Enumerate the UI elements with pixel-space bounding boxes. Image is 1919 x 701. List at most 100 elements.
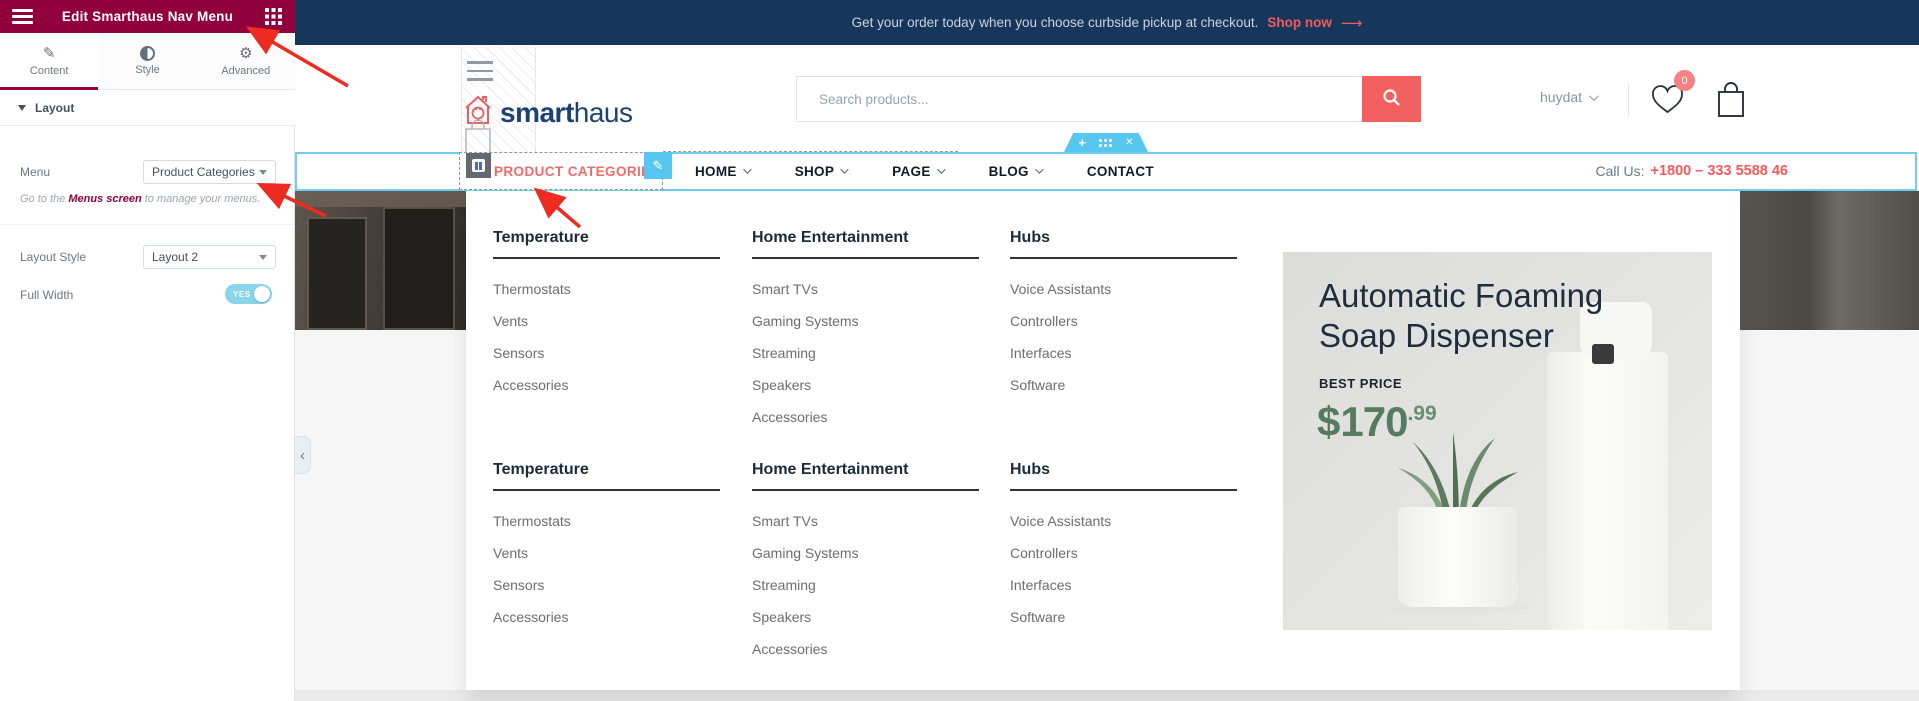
chevron-down-icon — [840, 165, 848, 173]
menu-link[interactable]: Streaming — [752, 569, 980, 601]
column-heading[interactable]: Home Entertainment — [752, 229, 980, 247]
chevron-down-icon — [743, 165, 751, 173]
panel-collapse-button[interactable]: ‹ — [295, 436, 311, 474]
widgets-grid-icon[interactable] — [265, 8, 282, 30]
nav-item-contact[interactable]: CONTACT — [1087, 164, 1154, 179]
wishlist-badge: 0 — [1674, 70, 1695, 91]
menu-link[interactable]: Voice Assistants — [1010, 505, 1238, 537]
promo-badge: BEST PRICE — [1319, 376, 1402, 391]
promo-title: Automatic Foaming Soap Dispenser — [1319, 276, 1603, 356]
menu-link[interactable]: Smart TVs — [752, 273, 980, 305]
offcanvas-menu-icon[interactable] — [467, 61, 493, 87]
nav-item-page[interactable]: PAGE — [892, 164, 942, 179]
menu-link[interactable]: Voice Assistants — [1010, 273, 1238, 305]
menu-link[interactable]: Vents — [493, 305, 721, 337]
menu-link[interactable]: Thermostats — [493, 505, 721, 537]
shop-now-link[interactable]: Shop now — [1267, 15, 1332, 30]
drag-section-handle[interactable] — [1099, 139, 1112, 147]
panel-header: Edit Smarthaus Nav Menu — [0, 0, 295, 33]
nav-item-blog[interactable]: BLOG — [989, 164, 1041, 179]
layout-style-select[interactable]: Layout 2 — [143, 245, 276, 269]
menu-link[interactable]: Vents — [493, 537, 721, 569]
menu-link[interactable]: Sensors — [493, 569, 721, 601]
contrast-icon — [140, 46, 155, 61]
chevron-down-icon — [1035, 165, 1043, 173]
menu-link[interactable]: Software — [1010, 601, 1238, 633]
menu-link[interactable]: Thermostats — [493, 273, 721, 305]
menu-link[interactable]: Interfaces — [1010, 569, 1238, 601]
menu-link[interactable]: Smart TVs — [752, 505, 980, 537]
long-arrow-icon: ⟶ — [1341, 14, 1363, 32]
tab-style[interactable]: Style — [98, 33, 196, 89]
column-icon — [472, 159, 485, 172]
tab-content[interactable]: ✎ Content — [0, 33, 98, 89]
menu-label: Menu — [20, 165, 50, 179]
menu-link[interactable]: Accessories — [752, 633, 980, 665]
heading-underline — [1010, 489, 1237, 491]
menu-link[interactable]: Controllers — [1010, 537, 1238, 569]
section-handle-tab: + ✕ — [1064, 133, 1148, 152]
gear-icon: ⚙ — [239, 46, 252, 62]
column-heading[interactable]: Temperature — [493, 229, 721, 247]
promo-price: $170.99 — [1317, 398, 1437, 446]
column-heading[interactable]: Home Entertainment — [752, 461, 980, 479]
announcement-bar: Get your order today when you choose cur… — [295, 0, 1919, 45]
menu-link[interactable]: Streaming — [752, 337, 980, 369]
header-divider — [1628, 83, 1629, 117]
nav-item-shop[interactable]: SHOP — [795, 164, 846, 179]
menu-column-home-entertainment: Home Entertainment Smart TVs Gaming Syst… — [752, 229, 980, 433]
menu-link[interactable]: Speakers — [752, 601, 980, 633]
layout-section-header[interactable]: Layout — [0, 90, 295, 126]
add-section-button[interactable]: + — [1079, 136, 1087, 149]
tab-advanced[interactable]: ⚙ Advanced — [197, 33, 295, 89]
search-input[interactable] — [796, 76, 1362, 122]
column-heading[interactable]: Hubs — [1010, 229, 1238, 247]
edit-widget-button[interactable]: ✎ — [644, 152, 672, 179]
panel-menu-icon[interactable] — [12, 9, 33, 24]
heart-icon — [1650, 103, 1685, 120]
search-icon — [1382, 88, 1401, 110]
cart-button[interactable] — [1715, 81, 1747, 124]
page-background-left — [295, 330, 466, 701]
menu-link[interactable]: Accessories — [493, 369, 721, 401]
hero-image-left — [295, 191, 466, 330]
column-handle[interactable] — [466, 153, 491, 178]
heading-underline — [752, 489, 979, 491]
chevron-down-icon — [937, 165, 945, 173]
site-preview: Get your order today when you choose cur… — [295, 0, 1919, 701]
menu-link[interactable]: Gaming Systems — [752, 305, 980, 337]
column-heading[interactable]: Temperature — [493, 461, 721, 479]
call-us: Call Us: +1800 – 333 5588 46 — [1596, 152, 1789, 190]
panel-tabs: ✎ Content Style ⚙ Advanced — [0, 33, 295, 90]
plant-pot-image — [1398, 507, 1518, 607]
heading-underline — [1010, 257, 1237, 259]
shopping-bag-icon — [1715, 106, 1747, 123]
column-heading[interactable]: Hubs — [1010, 461, 1238, 479]
promo-card[interactable]: Automatic Foaming Soap Dispenser BEST PR… — [1283, 252, 1712, 630]
search-bar — [796, 76, 1421, 122]
nav-item-home[interactable]: HOME — [695, 164, 749, 179]
product-categories-toggle[interactable]: PRODUCT CATEGORIES — [494, 152, 660, 190]
menu-link[interactable]: Speakers — [752, 369, 980, 401]
menu-select[interactable]: Product Categories — [143, 160, 276, 184]
search-button[interactable] — [1362, 76, 1421, 122]
menu-column-temperature: Temperature Thermostats Vents Sensors Ac… — [493, 229, 721, 401]
menu-link[interactable]: Controllers — [1010, 305, 1238, 337]
full-width-toggle[interactable]: YES — [225, 284, 272, 304]
delete-section-button[interactable]: ✕ — [1125, 138, 1133, 148]
menu-link[interactable]: Gaming Systems — [752, 537, 980, 569]
panel-title: Edit Smarthaus Nav Menu — [0, 9, 295, 24]
caret-down-icon — [18, 105, 26, 111]
menu-link[interactable]: Interfaces — [1010, 337, 1238, 369]
menu-link[interactable]: Accessories — [493, 601, 721, 633]
phone-link[interactable]: +1800 – 333 5588 46 — [1651, 163, 1788, 179]
layout-style-label: Layout Style — [20, 250, 86, 264]
account-menu[interactable]: huydat — [1540, 89, 1596, 105]
elementor-editor: Get your order today when you choose cur… — [0, 0, 1919, 701]
full-width-label: Full Width — [20, 288, 73, 302]
soap-dispenser-image — [1547, 352, 1668, 630]
menus-screen-link[interactable]: Menus screen — [68, 193, 141, 205]
menu-link[interactable]: Software — [1010, 369, 1238, 401]
menu-link[interactable]: Accessories — [752, 401, 980, 433]
menu-link[interactable]: Sensors — [493, 337, 721, 369]
